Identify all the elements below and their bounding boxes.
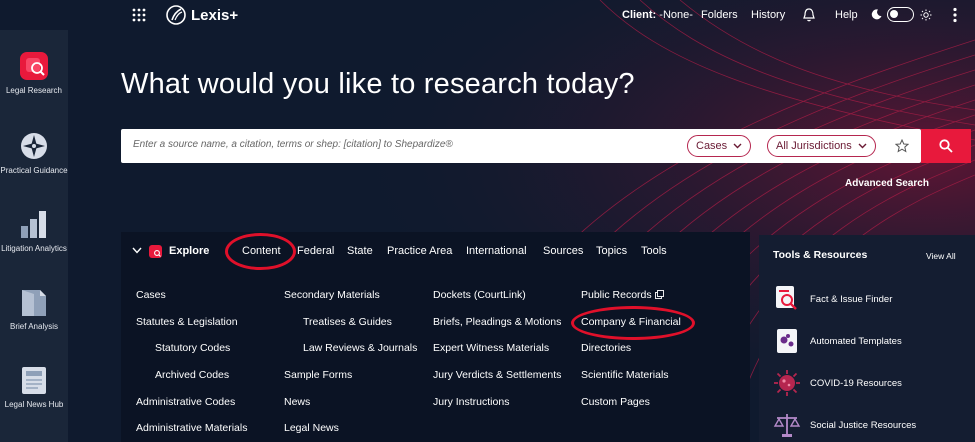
- tool-label-social-justice-resources[interactable]: Social Justice Resources: [810, 420, 916, 431]
- link-secondary-materials[interactable]: Secondary Materials: [284, 289, 380, 301]
- templates-icon[interactable]: [773, 327, 801, 355]
- search-input[interactable]: [133, 139, 673, 150]
- search-button[interactable]: [921, 129, 971, 163]
- tool-label-automated-templates[interactable]: Automated Templates: [810, 336, 902, 347]
- content-type-dropdown[interactable]: Cases: [687, 135, 752, 157]
- link-cases[interactable]: Cases: [136, 289, 166, 301]
- tab-international[interactable]: International: [466, 245, 527, 257]
- rail-label: Litigation Analytics: [1, 244, 67, 253]
- bar-chart-icon: [21, 211, 46, 238]
- tools-title: Tools & Resources: [773, 249, 868, 261]
- rail-item-legal-news-hub[interactable]: Legal News Hub: [0, 364, 68, 410]
- link-jury-instructions[interactable]: Jury Instructions: [433, 396, 509, 408]
- explore-header: Explore Content Federal State Practice A…: [121, 232, 750, 270]
- compass-icon: [21, 133, 47, 159]
- link-sample-forms[interactable]: Sample Forms: [284, 369, 352, 381]
- page-headline: What would you like to research today?: [121, 68, 635, 100]
- document-folder-icon: [22, 290, 46, 316]
- external-link-icon: [654, 290, 664, 299]
- dark-mode-toggle[interactable]: [887, 7, 914, 22]
- explore-panel: Explore Content Federal State Practice A…: [121, 232, 750, 442]
- client-selector[interactable]: Client: -None-: [622, 9, 693, 21]
- link-scientific-materials[interactable]: Scientific Materials: [581, 369, 669, 381]
- legal-research-icon: [20, 52, 48, 80]
- link-directories[interactable]: Directories: [581, 342, 631, 354]
- link-expert-witness-materials[interactable]: Expert Witness Materials: [433, 342, 549, 354]
- jurisdiction-value: All Jurisdictions: [776, 140, 852, 152]
- tools-resources-panel: Tools & Resources View All Fact & Issue …: [759, 235, 975, 442]
- explore-label: Explore: [169, 245, 210, 257]
- annotation-circle-company-financial: [571, 306, 695, 340]
- tab-practice-area[interactable]: Practice Area: [387, 245, 452, 257]
- link-administrative-codes[interactable]: Administrative Codes: [136, 396, 235, 408]
- link-statutory-codes[interactable]: Statutory Codes: [155, 342, 230, 354]
- link-news[interactable]: News: [284, 396, 310, 408]
- link-treatises-guides[interactable]: Treatises & Guides: [303, 316, 392, 328]
- top-bar: Lexis+ Client: -None- Folders History He…: [0, 0, 975, 30]
- lexis-logo-icon: [166, 5, 186, 25]
- more-options-icon[interactable]: [952, 7, 958, 23]
- link-public-records[interactable]: Public Records: [581, 289, 664, 301]
- tab-topics[interactable]: Topics: [596, 245, 627, 257]
- link-legal-news[interactable]: Legal News: [284, 422, 339, 434]
- link-law-reviews-journals[interactable]: Law Reviews & Journals: [303, 342, 417, 354]
- rail-item-brief-analysis[interactable]: Brief Analysis: [0, 286, 68, 332]
- tab-tools[interactable]: Tools: [641, 245, 667, 257]
- app-name: Lexis+: [191, 6, 239, 24]
- moon-icon: [871, 9, 882, 20]
- chevron-down-icon: [858, 143, 867, 149]
- rail-label: Practical Guidance: [0, 166, 68, 175]
- sun-icon: [920, 9, 932, 21]
- app-logo[interactable]: Lexis+: [166, 5, 238, 25]
- content-type-value: Cases: [696, 140, 728, 152]
- help-link[interactable]: Help: [835, 9, 858, 21]
- tab-state[interactable]: State: [347, 245, 373, 257]
- folders-link[interactable]: Folders: [701, 9, 738, 21]
- client-label: Client:: [622, 9, 657, 21]
- newspaper-icon: [22, 367, 46, 394]
- link-custom-pages[interactable]: Custom Pages: [581, 396, 650, 408]
- rail-label: Legal Research: [5, 86, 63, 95]
- advanced-search-link[interactable]: Advanced Search: [845, 178, 929, 189]
- explore-icon: [149, 245, 162, 258]
- public-records-label: Public Records: [581, 289, 652, 301]
- fact-finder-icon[interactable]: [773, 284, 801, 312]
- rail-item-litigation-analytics[interactable]: Litigation Analytics: [0, 208, 68, 254]
- rail-label: Brief Analysis: [9, 322, 59, 331]
- virus-icon[interactable]: [773, 369, 801, 397]
- search-bar: Cases All Jurisdictions: [121, 129, 921, 163]
- jurisdiction-dropdown[interactable]: All Jurisdictions: [767, 135, 876, 157]
- annotation-circle-content: [225, 233, 296, 270]
- search-icon: [939, 139, 953, 153]
- tool-label-fact-issue-finder[interactable]: Fact & Issue Finder: [810, 294, 892, 305]
- link-archived-codes[interactable]: Archived Codes: [155, 369, 229, 381]
- scales-icon[interactable]: [773, 411, 801, 439]
- link-jury-verdicts-settlements[interactable]: Jury Verdicts & Settlements: [433, 369, 561, 381]
- tab-federal[interactable]: Federal: [297, 245, 334, 257]
- left-rail: Legal Research Practical Guidance Litiga…: [0, 30, 68, 442]
- rail-item-legal-research[interactable]: Legal Research: [0, 50, 68, 96]
- rail-label: Legal News Hub: [4, 400, 64, 409]
- collapse-chevron-icon[interactable]: [132, 247, 142, 254]
- link-briefs-pleadings-motions[interactable]: Briefs, Pleadings & Motions: [433, 316, 561, 328]
- link-administrative-materials[interactable]: Administrative Materials: [136, 422, 247, 434]
- link-statutes-legislation[interactable]: Statutes & Legislation: [136, 316, 238, 328]
- chevron-down-icon: [733, 143, 742, 149]
- bell-icon[interactable]: [803, 8, 815, 22]
- star-icon[interactable]: [895, 139, 909, 153]
- rail-item-practical-guidance[interactable]: Practical Guidance: [0, 130, 68, 176]
- client-value: -None-: [659, 9, 693, 21]
- link-dockets-courtlink[interactable]: Dockets (CourtLink): [433, 289, 526, 301]
- tool-label-covid-19-resources[interactable]: COVID-19 Resources: [810, 378, 902, 389]
- view-all-link[interactable]: View All: [926, 251, 956, 261]
- apps-grid-icon[interactable]: [132, 8, 146, 22]
- history-link[interactable]: History: [751, 9, 785, 21]
- tab-sources[interactable]: Sources: [543, 245, 583, 257]
